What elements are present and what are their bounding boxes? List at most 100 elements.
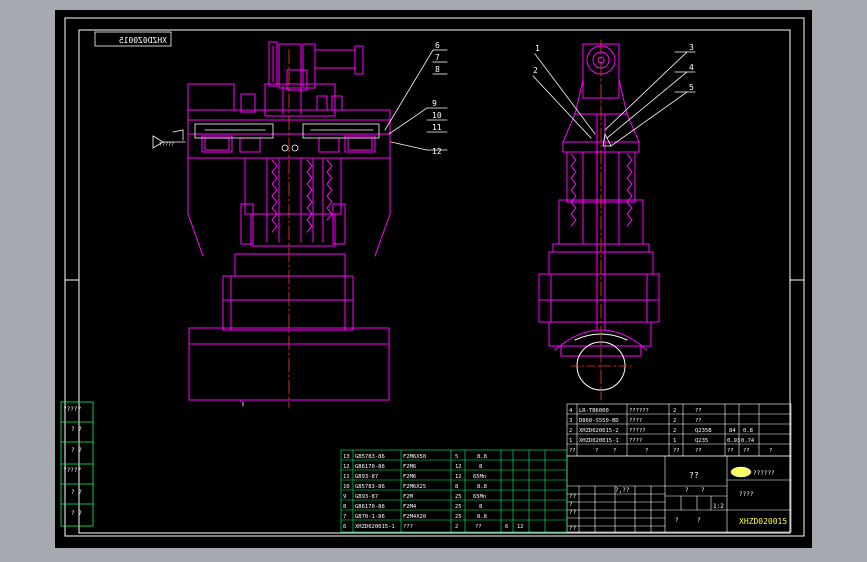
svg-text:D860-S550-BD: D860-S550-BD <box>579 418 619 424</box>
svg-text:F2M6: F2M6 <box>403 474 416 480</box>
svg-text:3: 3 <box>569 418 572 424</box>
svg-text:????: ???? <box>629 438 642 444</box>
title-block-mark-4: ? <box>697 517 701 524</box>
side-label-2: ? ? <box>71 426 82 433</box>
svg-text:??: ?? <box>475 524 482 530</box>
svg-text:??: ?? <box>727 448 734 454</box>
callout-12: 12 <box>432 147 442 156</box>
title-block-row-5: ? <box>569 501 573 508</box>
svg-text:4: 4 <box>569 408 573 414</box>
svg-text:F2M6X50: F2M6X50 <box>403 454 426 460</box>
svg-text:Q235: Q235 <box>695 438 708 444</box>
svg-text:?: ? <box>769 448 772 454</box>
title-block-scale-label: ???? <box>739 491 754 498</box>
title-block-row-2: ?? <box>569 493 577 500</box>
side-margin-table <box>60 401 94 527</box>
svg-text:XHZD020015-1: XHZD020015-1 <box>355 524 395 530</box>
svg-text:13: 13 <box>343 454 350 460</box>
mirrored-drawing-number: XHZD0Z0015 <box>119 36 167 45</box>
drawing-number: XHZD020015 <box>739 517 787 526</box>
svg-text:????: ???? <box>629 418 642 424</box>
title-block-row-1: ?,?? <box>615 487 630 494</box>
svg-text:0.74: 0.74 <box>741 438 755 444</box>
title-block-mark-3: ? <box>675 517 679 524</box>
cad-drawing: ????? ? ? ? ? ????? ? ? ? ? XHZD0Z0015 ?… <box>60 17 805 537</box>
svg-text:GB5783-86: GB5783-86 <box>355 484 385 490</box>
front-view-details <box>194 123 380 407</box>
callout-2: 2 <box>533 66 538 75</box>
svg-text:1: 1 <box>569 438 572 444</box>
callout-11: 11 <box>432 123 442 132</box>
callout-6: 6 <box>435 41 440 50</box>
lower-parts-rows: 13 GB5783-86 F2M6X50 5 8.8 12 GB6170-86 … <box>343 454 524 530</box>
side-label-1: ????? <box>63 406 81 413</box>
title-block-title: ?? <box>689 471 699 480</box>
callout-7: 7 <box>435 53 440 62</box>
svg-text:GB5783-86: GB5783-86 <box>355 454 385 460</box>
svg-text:?: ? <box>613 448 616 454</box>
svg-text:8.8: 8.8 <box>477 514 487 520</box>
svg-text:2: 2 <box>673 408 676 414</box>
upper-parts-rows: 4 LR-TB6000 ?????? 2 ?? 3 D860-S550-BD ?… <box>569 408 772 454</box>
svg-text:1: 1 <box>673 438 676 444</box>
svg-text:65Mn: 65Mn <box>473 474 486 480</box>
svg-text:84: 84 <box>729 428 736 434</box>
svg-text:8: 8 <box>455 484 458 490</box>
svg-text:GB93-87: GB93-87 <box>355 474 378 480</box>
side-view-chain <box>570 153 633 227</box>
svg-text:25: 25 <box>455 514 462 520</box>
svg-text:65Mn: 65Mn <box>473 494 486 500</box>
svg-text:F2M6X25: F2M6X25 <box>403 484 426 490</box>
svg-text:F2M4: F2M4 <box>403 504 417 510</box>
svg-text:?????: ????? <box>629 428 646 434</box>
svg-text:??: ?? <box>695 418 702 424</box>
svg-text:7: 7 <box>343 514 346 520</box>
title-block-scale: 1:2 <box>713 503 724 510</box>
svg-text:0.8: 0.8 <box>743 428 753 434</box>
side-label-5: ? ? <box>71 489 82 496</box>
svg-text:11: 11 <box>343 474 350 480</box>
svg-text:F2M6: F2M6 <box>403 464 416 470</box>
side-label-6: ? ? <box>71 510 82 517</box>
svg-text:??: ?? <box>695 448 702 454</box>
side-label-3: ? ? <box>71 447 82 454</box>
side-label-4: ????? <box>63 467 81 474</box>
svg-text:6: 6 <box>505 524 508 530</box>
svg-text:F2M4X20: F2M4X20 <box>403 514 426 520</box>
svg-text:12: 12 <box>517 524 524 530</box>
sheet-outer-border <box>64 17 805 537</box>
company-logo: ?????? <box>730 466 775 478</box>
svg-text:F2M: F2M <box>403 494 414 500</box>
svg-text:0.93: 0.93 <box>727 438 740 444</box>
svg-text:GB6170-86: GB6170-86 <box>355 464 385 470</box>
callout-3: 3 <box>689 43 694 52</box>
svg-text:?: ? <box>645 448 648 454</box>
callout-9: 9 <box>432 99 437 108</box>
svg-text:12: 12 <box>455 464 462 470</box>
svg-text:???: ??? <box>403 524 413 530</box>
svg-text:5: 5 <box>455 454 458 460</box>
svg-text:8: 8 <box>479 504 482 510</box>
svg-text:XHZD020015-2: XHZD020015-2 <box>579 428 619 434</box>
svg-text:2: 2 <box>673 418 676 424</box>
svg-text:8: 8 <box>479 464 482 470</box>
svg-text:12: 12 <box>455 474 462 480</box>
svg-text:LR-TB6000: LR-TB6000 <box>579 408 609 414</box>
title-block-row-4: ?? <box>569 525 577 532</box>
company-name: ?????? <box>753 470 775 477</box>
svg-text:8.8: 8.8 <box>477 484 487 490</box>
cad-viewport[interactable]: ????? ? ? ? ? ????? ? ? ? ? XHZD0Z0015 ?… <box>55 10 812 548</box>
svg-text:2: 2 <box>455 524 458 530</box>
svg-text:XHZD020015-1: XHZD020015-1 <box>579 438 619 444</box>
svg-text:10: 10 <box>343 484 350 490</box>
svg-text:8: 8 <box>343 504 346 510</box>
svg-text:25: 25 <box>455 504 462 510</box>
svg-text:GB93-87: GB93-87 <box>355 494 378 500</box>
svg-text:Q235B: Q235B <box>695 428 712 434</box>
svg-text:2: 2 <box>673 428 676 434</box>
title-block-row-3: ?? <box>569 509 577 516</box>
callout-1: 1 <box>535 44 540 53</box>
svg-text:??: ?? <box>673 448 680 454</box>
svg-text:?: ? <box>595 448 598 454</box>
svg-text:??: ?? <box>569 448 576 454</box>
